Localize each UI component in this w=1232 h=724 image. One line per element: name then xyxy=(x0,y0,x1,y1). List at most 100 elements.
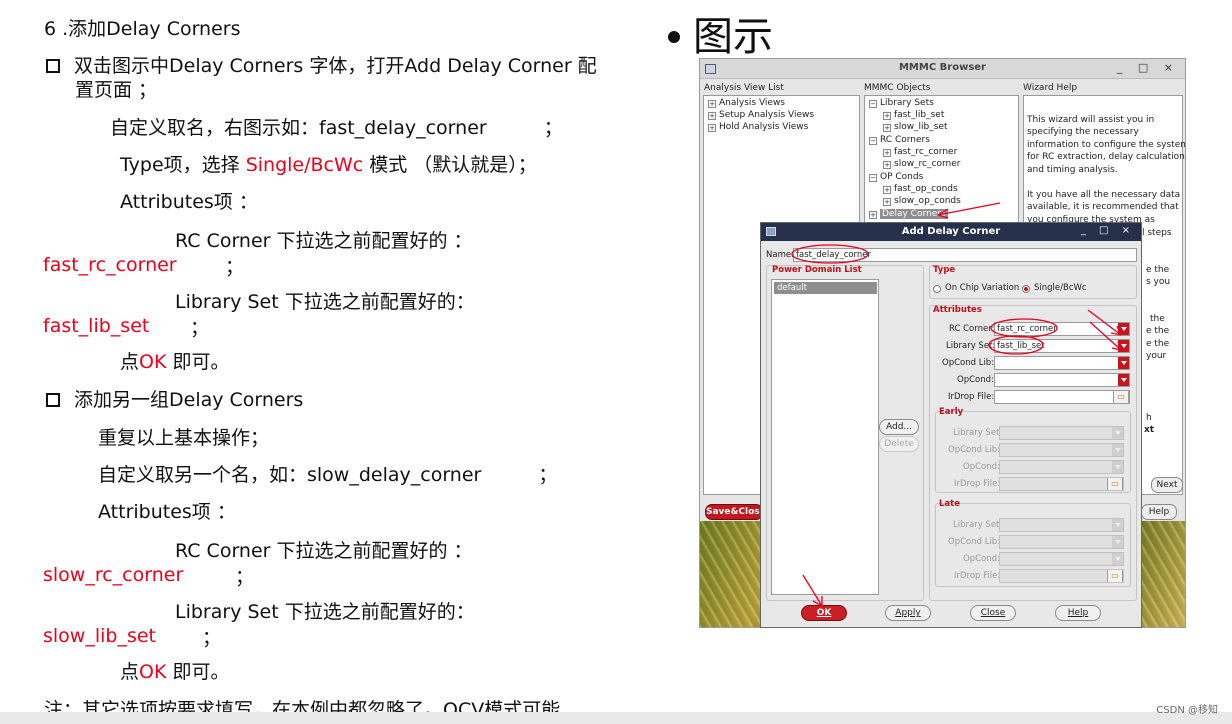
tree-item-fast-lib-set[interactable]: + fast_lib_set xyxy=(883,109,944,121)
mmmc-objects-header: MMMC Objects xyxy=(864,83,931,93)
dropdown-arrow-icon[interactable] xyxy=(1112,461,1123,473)
rc-semicolon-a: ； xyxy=(225,256,245,278)
tree-item-slow-lib-set[interactable]: + slow_lib_set xyxy=(883,121,948,133)
folder-icon[interactable]: ▭ xyxy=(1107,570,1123,582)
dropdown-arrow-icon[interactable] xyxy=(1118,340,1129,352)
wizard-text-fragment: the xyxy=(1150,314,1165,324)
tree-item-fast-op-conds[interactable]: + fast_op_conds xyxy=(883,183,958,195)
name-instruction: 自定义取名，右图示如：fast_delay_corner ； xyxy=(110,117,563,139)
wizard-text-line: This wizard will assist you in xyxy=(1027,115,1155,125)
dialog-title-bar[interactable]: Add Delay Corner _ □ × xyxy=(761,223,1141,241)
dropdown-arrow-icon[interactable] xyxy=(1112,536,1123,548)
browser-title-bar[interactable]: MMMC Browser _ □ × xyxy=(700,59,1185,79)
tree-item-fast-rc-corner[interactable]: + fast_rc_corner xyxy=(883,146,957,158)
folder-icon[interactable]: ▭ xyxy=(1113,391,1129,403)
early-opcond-lib-select[interactable] xyxy=(999,443,1124,457)
library-set-value: fast_lib_set xyxy=(997,341,1045,351)
dropdown-arrow-icon[interactable] xyxy=(1118,323,1129,335)
wizard-text-fragment: e the xyxy=(1146,339,1170,349)
dropdown-arrow-icon[interactable] xyxy=(1112,553,1123,565)
dropdown-arrow-icon[interactable] xyxy=(1118,374,1129,386)
browser-title: MMMC Browser xyxy=(898,62,986,73)
dialog-help-button[interactable]: Help xyxy=(1055,605,1101,621)
late-irdrop-field[interactable]: ▭ xyxy=(999,569,1124,583)
page-bottom-edge xyxy=(0,712,1232,724)
delete-button[interactable]: Delete xyxy=(879,436,919,452)
ok-button[interactable]: OK xyxy=(801,605,847,621)
next-button[interactable]: Next xyxy=(1151,477,1183,493)
attributes-heading-a: Attributes项 ： xyxy=(120,191,258,213)
irdrop-file-field[interactable]: ▭ xyxy=(994,390,1130,404)
dropdown-arrow-icon[interactable] xyxy=(1112,519,1123,531)
tree-item-hold-analysis-views[interactable]: + Hold Analysis Views xyxy=(708,121,808,133)
name-label: Name: xyxy=(766,250,794,260)
late-library-set-select[interactable] xyxy=(999,518,1124,532)
ok-label: OK xyxy=(816,608,832,618)
tree-item-setup-analysis-views[interactable]: + Setup Analysis Views xyxy=(708,109,814,121)
library-set-value-b: slow_lib_set xyxy=(43,625,156,647)
rc-semicolon-b: ； xyxy=(235,566,255,588)
expand-icon: + xyxy=(883,198,891,206)
early-opcond-select[interactable] xyxy=(999,460,1124,474)
rc-corner-select[interactable]: fast_rc_corner xyxy=(994,322,1130,336)
irdrop-file-label: IrDrop File: xyxy=(948,392,995,402)
rc-corner-instruction-a: RC Corner 下拉选之前配置好的 ： xyxy=(175,230,473,252)
dropdown-arrow-icon[interactable] xyxy=(1112,427,1123,439)
early-irdrop-field[interactable]: ▭ xyxy=(999,477,1124,491)
expand-icon[interactable]: + xyxy=(708,124,716,132)
ok-instruction-a: 点OK 即可。 xyxy=(120,349,229,375)
tree-item-slow-op-conds[interactable]: + slow_op_conds xyxy=(883,195,961,207)
tree-item-rc-corners[interactable]: − RC Corners xyxy=(869,134,930,146)
radio-on-chip-variation[interactable] xyxy=(933,285,941,293)
tree-item-library-sets[interactable]: − Library Sets xyxy=(869,97,934,109)
library-set-select[interactable]: fast_lib_set xyxy=(994,339,1130,353)
collapse-icon: − xyxy=(869,137,877,145)
opcond-select[interactable] xyxy=(994,373,1130,387)
expand-icon: + xyxy=(883,149,891,157)
wizard-text-fragment: your xyxy=(1146,351,1167,361)
name-field[interactable]: fast_delay_corner xyxy=(793,248,1137,262)
late-opcond-lib-select[interactable] xyxy=(999,535,1124,549)
wizard-text-fragment: h xyxy=(1146,413,1152,423)
repeat-instruction: 重复以上基本操作； xyxy=(98,427,270,449)
expand-icon[interactable]: + xyxy=(708,100,716,108)
early-library-set-label: Library Set: xyxy=(953,428,1003,438)
step-heading: 6 .添加Delay Corners xyxy=(44,18,241,40)
tree-item-slow-rc-corner[interactable]: + slow_rc_corner xyxy=(883,158,960,170)
add-button[interactable]: Add... xyxy=(879,419,919,435)
name-instruction-b: 自定义取另一个名，如：slow_delay_corner ； xyxy=(98,464,558,486)
add-delay-corner-dialog: Add Delay Corner _ □ × Name: fast_delay_… xyxy=(760,222,1142,628)
power-domain-list[interactable]: default xyxy=(771,279,879,595)
library-set-instruction-b: Library Set 下拉选之前配置好的： xyxy=(175,601,475,623)
expand-icon[interactable]: + xyxy=(708,112,716,120)
dropdown-arrow-icon[interactable] xyxy=(1118,357,1129,369)
expand-icon: + xyxy=(883,186,891,194)
tree-item-op-conds[interactable]: − OP Conds xyxy=(869,171,923,183)
expand-icon: + xyxy=(883,161,891,169)
browser-help-button[interactable]: Help xyxy=(1141,504,1177,520)
apply-button[interactable]: Apply xyxy=(885,605,931,621)
close-button[interactable]: Close xyxy=(970,605,1016,621)
opcond-label: OpCond: xyxy=(957,375,994,385)
lib-semicolon-a: ； xyxy=(190,317,210,339)
wizard-text-line: for RC extraction, delay calculation, xyxy=(1027,152,1186,162)
early-opcond-label: OpCond: xyxy=(963,462,1000,472)
collapse-icon: − xyxy=(869,174,877,182)
ok-word-highlight: OK xyxy=(139,661,167,683)
folder-icon[interactable]: ▭ xyxy=(1107,478,1123,490)
tree-item-analysis-views[interactable]: + Analysis Views xyxy=(708,97,785,109)
tree-item-delay-corners[interactable]: + Delay Corners xyxy=(869,208,948,220)
dropdown-arrow-icon[interactable] xyxy=(1112,444,1123,456)
list-item-default[interactable]: default xyxy=(774,282,877,294)
early-header: Early xyxy=(939,407,964,417)
early-library-set-select[interactable] xyxy=(999,426,1124,440)
power-domain-header: Power Domain List xyxy=(772,265,862,275)
save-close-button[interactable]: Save&Close... xyxy=(705,504,776,520)
window-controls[interactable]: _ □ × xyxy=(1081,225,1135,236)
wizard-help-header: Wizard Help xyxy=(1023,83,1078,93)
late-opcond-select[interactable] xyxy=(999,552,1124,566)
radio-single-bcwc[interactable] xyxy=(1022,285,1030,293)
window-controls[interactable]: _ □ × xyxy=(1117,61,1179,74)
opcond-lib-select[interactable] xyxy=(994,356,1130,370)
opcond-lib-label: OpCond Lib: xyxy=(942,358,995,368)
